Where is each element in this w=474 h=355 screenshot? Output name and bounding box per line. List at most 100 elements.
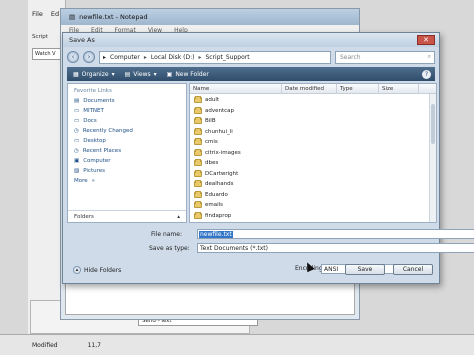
dialog-title: Save As <box>69 36 95 44</box>
encoding-value: ANSI <box>324 265 339 273</box>
file-row[interactable]: BilB <box>190 116 436 127</box>
file-name-value: newfile.txt <box>199 230 233 238</box>
folder-icon <box>194 159 202 167</box>
views-icon: ▤ <box>124 70 131 78</box>
nav-item-label: Pictures <box>83 168 105 174</box>
folder-icon <box>194 190 202 198</box>
save-button[interactable]: Save <box>345 264 385 275</box>
file-row[interactable]: adult <box>190 95 436 106</box>
file-row[interactable]: emails <box>190 200 436 211</box>
dialog-titlebar[interactable]: Save As <box>63 33 439 47</box>
status-modified: Modified <box>32 341 58 349</box>
folder-icon: ▭ <box>74 108 80 114</box>
file-row-label: emails <box>205 202 224 209</box>
notepad-icon: ▤ <box>69 13 76 21</box>
cancel-button[interactable]: Cancel <box>393 264 433 275</box>
file-row-label: adventcap <box>205 107 235 114</box>
help-icon[interactable]: ? <box>422 69 431 79</box>
folder-icon <box>194 148 202 156</box>
notepad-titlebar[interactable]: ▤ newfile.txt - Notepad <box>61 9 359 25</box>
file-row[interactable]: chunhui_li <box>190 127 436 138</box>
column-name[interactable]: Name <box>190 84 282 93</box>
pictures-icon: ▨ <box>74 168 80 174</box>
file-row[interactable]: findaprop <box>190 211 436 222</box>
nav-item-mitnet[interactable]: ▭ MITNET <box>68 106 186 116</box>
favorite-links-heading: Favorite Links <box>74 88 112 94</box>
nav-item-desktop[interactable]: ▭ Desktop <box>68 136 186 146</box>
nav-item-label: More <box>74 178 88 184</box>
column-date-modified[interactable]: Date modified <box>282 84 337 93</box>
nav-item-pictures[interactable]: ▨ Pictures <box>68 166 186 176</box>
folder-icon: ▸ <box>103 53 107 61</box>
chevron-down-icon: ▾ <box>153 70 157 78</box>
folder-icon <box>194 201 202 209</box>
file-row[interactable]: cmis <box>190 137 436 148</box>
save-as-type-value: Text Documents (*.txt) <box>200 244 269 252</box>
nav-item-label: Recently Changed <box>82 128 133 134</box>
nav-item-recent-places[interactable]: ◷ Recent Places <box>68 146 186 156</box>
search-placeholder: Search <box>340 53 361 61</box>
nav-item-more[interactable]: More» <box>68 176 186 186</box>
breadcrumb-separator-icon: ▸ <box>198 53 202 61</box>
status-bar: Modified 11,7 <box>0 334 474 355</box>
folder-icon <box>194 117 202 125</box>
scrollbar-thumb[interactable] <box>431 104 435 144</box>
file-row[interactable]: dealhands <box>190 179 436 190</box>
search-input[interactable]: Search ⌕ <box>335 50 435 64</box>
nav-item-label: Documents <box>83 98 115 104</box>
close-button[interactable]: ✕ <box>417 35 435 45</box>
hide-folders-label: Hide Folders <box>84 266 122 274</box>
address-bar[interactable]: ▸ Computer ▸ Local Disk (D:) ▸ Script_Su… <box>99 50 331 64</box>
folder-icon <box>194 106 202 114</box>
chevron-up-icon: ▴ <box>177 213 180 220</box>
column-headers: Name Date modified Type Size <box>190 84 436 94</box>
column-type[interactable]: Type <box>337 84 379 93</box>
folder-icon: ▭ <box>74 118 80 124</box>
search-icon[interactable]: ⌕ <box>428 53 431 61</box>
file-row[interactable]: DCartwright <box>190 169 436 180</box>
back-arrow-icon[interactable]: ‹ <box>67 51 79 63</box>
double-chevron-icon: » <box>91 178 96 184</box>
vertical-scrollbar[interactable] <box>429 94 436 222</box>
file-list: adult adventcap BilB chunhui_li cmis citrix-i… <box>190 94 436 221</box>
save-as-type-label: Save as type: <box>149 245 190 252</box>
folder-icon <box>194 138 202 146</box>
views-button[interactable]: ▤ Views ▾ <box>125 71 157 78</box>
breadcrumb-local-disk[interactable]: Local Disk (D:) <box>151 54 195 61</box>
nav-item-label: Computer <box>83 158 111 164</box>
file-row-label: dealhands <box>205 181 234 188</box>
hide-folders-button[interactable]: ▴ Hide Folders <box>73 266 121 274</box>
save-as-type-select[interactable]: Text Documents (*.txt) ▾ <box>197 243 474 253</box>
background-menu-file[interactable]: File <box>32 10 43 18</box>
organize-icon: ▦ <box>73 70 79 78</box>
breadcrumb-separator-icon: ▸ <box>143 53 147 61</box>
column-size[interactable]: Size <box>379 84 419 93</box>
file-name-input[interactable]: newfile.txt <box>197 229 474 239</box>
nav-item-recently-changed[interactable]: ◷ Recently Changed <box>68 126 186 136</box>
organize-button[interactable]: ▦ Organize ▾ <box>73 71 115 78</box>
nav-item-documents[interactable]: ▤ Documents <box>68 96 186 106</box>
forward-arrow-icon[interactable]: › <box>83 51 95 63</box>
file-row[interactable]: citrix-images <box>190 148 436 159</box>
new-folder-button[interactable]: ▣ New Folder <box>167 71 209 78</box>
file-row[interactable]: adventcap <box>190 106 436 117</box>
command-toolbar: ▦ Organize ▾ ▤ Views ▾ ▣ New Folder ? <box>67 67 435 81</box>
save-as-dialog: Save As ✕ ‹ › ▸ Computer ▸ Local Disk (D… <box>62 32 474 284</box>
documents-icon: ▤ <box>74 98 80 104</box>
background-menu-edit[interactable]: Ed <box>51 10 59 18</box>
breadcrumb-computer[interactable]: Computer <box>110 54 140 61</box>
folders-toggle[interactable]: Folders ▴ <box>68 210 186 222</box>
breadcrumb-script-support[interactable]: Script_Support <box>205 54 249 61</box>
nav-item-computer[interactable]: ▣ Computer <box>68 156 186 166</box>
notepad-title: newfile.txt - Notepad <box>79 13 148 21</box>
new-folder-label: New Folder <box>175 70 209 78</box>
views-label: Views <box>133 70 151 78</box>
file-row[interactable]: Eduardo <box>190 190 436 201</box>
folder-icon <box>194 127 202 135</box>
file-row[interactable]: dbes <box>190 158 436 169</box>
nav-item-docs[interactable]: ▭ Docs <box>68 116 186 126</box>
desktop-icon: ▭ <box>74 138 80 144</box>
file-row-label: findaprop <box>205 212 232 219</box>
file-row-label: citrix-images <box>205 149 241 156</box>
file-list-pane: Name Date modified Type Size adult advent… <box>189 83 437 223</box>
